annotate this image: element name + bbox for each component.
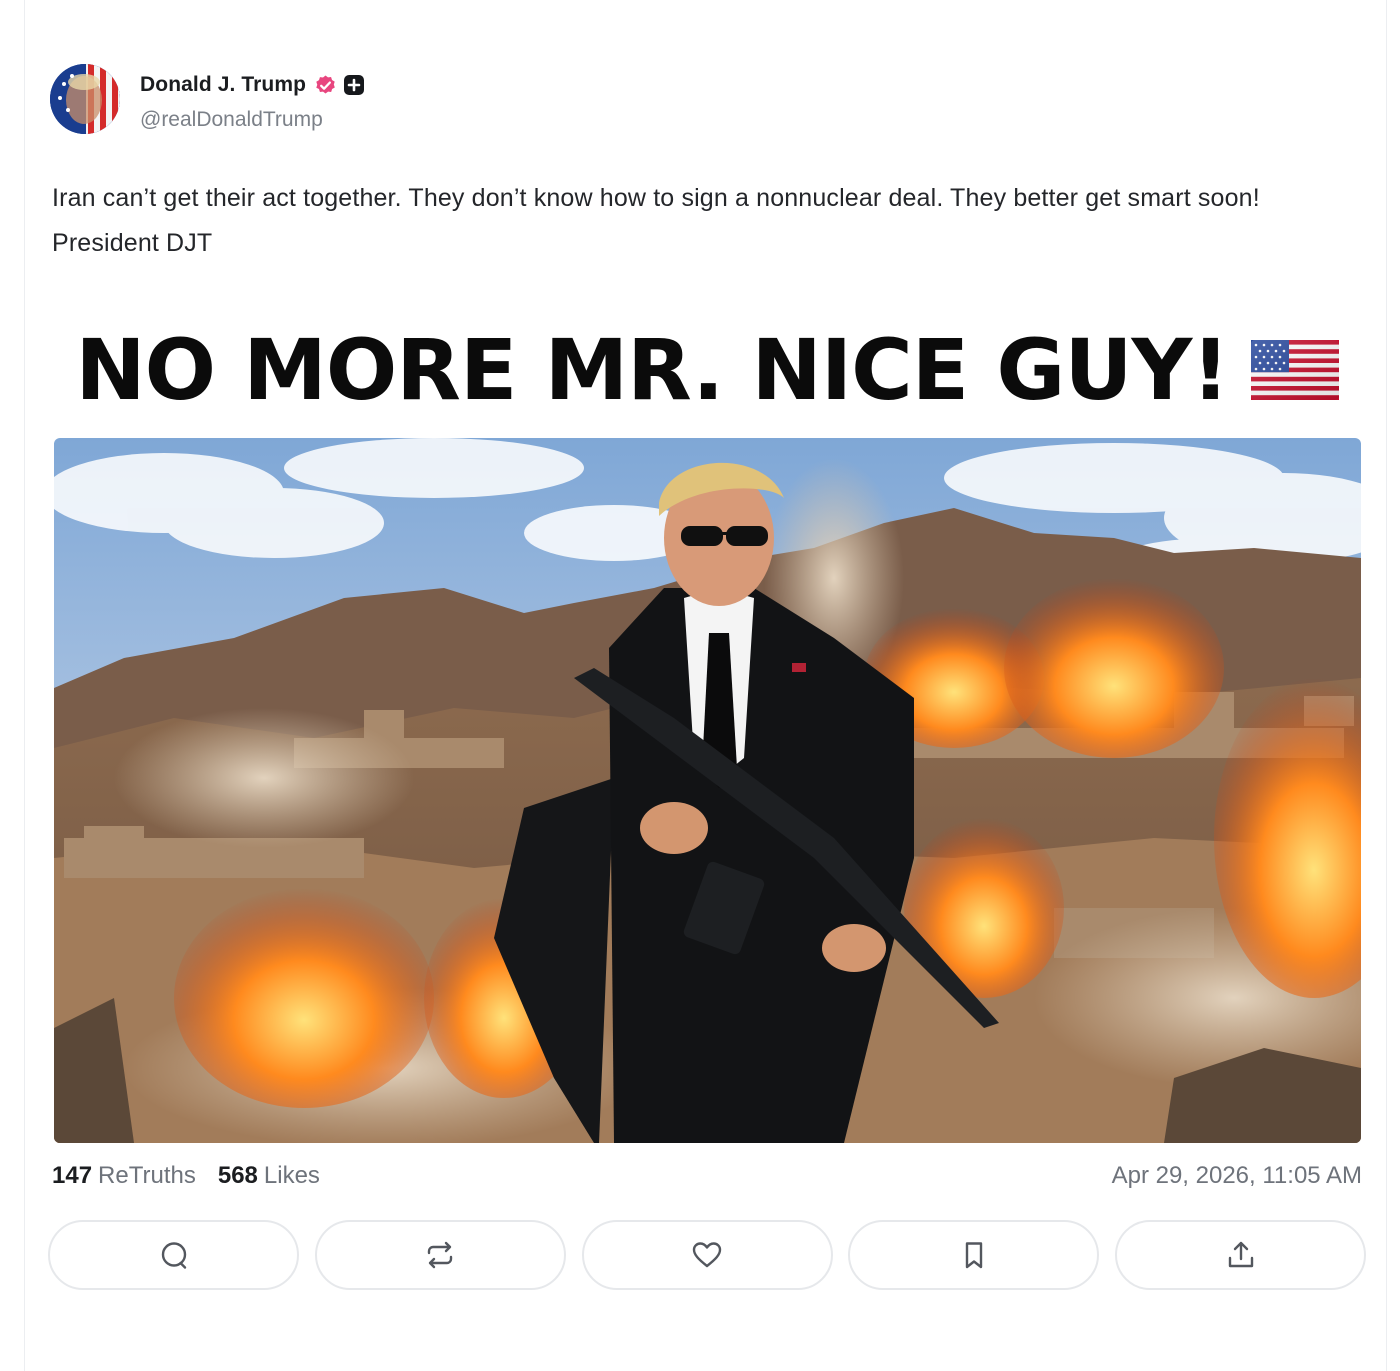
repost-icon xyxy=(428,1241,453,1269)
plus-square-icon xyxy=(343,74,365,96)
share-button[interactable] xyxy=(1115,1220,1366,1290)
headline-text: NO MORE MR. NICE GUY! xyxy=(75,321,1229,419)
scene-illustration xyxy=(54,438,1361,1143)
post-stats: 147 ReTruths 568 Likes Apr 29, 2026, 11:… xyxy=(52,1160,1362,1192)
author-handle[interactable]: @realDonaldTrump xyxy=(140,108,365,132)
like-button[interactable] xyxy=(581,1220,833,1290)
us-flag-icon xyxy=(1250,340,1339,400)
bookmark-button[interactable] xyxy=(848,1220,1100,1290)
likes-count[interactable]: 568 xyxy=(218,1162,258,1190)
post-header: Donald J. Trump @realDonaldTrump xyxy=(50,64,365,136)
verified-badge-icon xyxy=(314,74,337,97)
post-image[interactable] xyxy=(54,438,1361,1143)
bookmark-icon xyxy=(965,1242,982,1269)
retruth-button[interactable] xyxy=(314,1220,566,1290)
comment-icon xyxy=(161,1242,186,1269)
retruths-count[interactable]: 147 xyxy=(52,1162,92,1190)
heart-icon xyxy=(692,1242,722,1268)
avatar[interactable] xyxy=(50,64,120,134)
author-name[interactable]: Donald J. Trump xyxy=(140,73,306,97)
post-timestamp[interactable]: Apr 29, 2026, 11:05 AM xyxy=(1112,1162,1362,1190)
flag-portrait-avatar xyxy=(50,64,120,134)
image-headline: NO MORE MR. NICE GUY! xyxy=(52,318,1362,422)
post-text: Iran can’t get their act together. They … xyxy=(52,184,1260,257)
page-border-right xyxy=(1386,0,1387,1371)
retruths-label[interactable]: ReTruths xyxy=(98,1162,196,1190)
likes-label[interactable]: Likes xyxy=(264,1162,320,1190)
action-bar xyxy=(48,1220,1366,1290)
share-upload-icon xyxy=(1228,1241,1253,1268)
reply-button[interactable] xyxy=(48,1220,299,1290)
page-border-left xyxy=(24,0,25,1371)
